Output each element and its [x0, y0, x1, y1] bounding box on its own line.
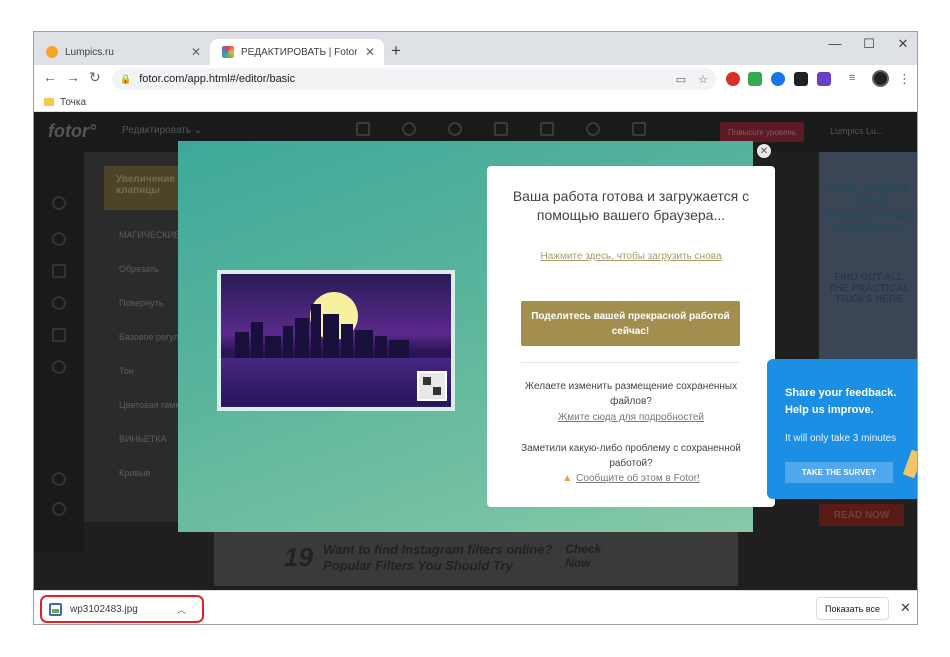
- download-bar: wp3102483.jpg ︿ Показать все ✕: [34, 590, 917, 624]
- sticker-icon[interactable]: [52, 296, 66, 310]
- premium-button[interactable]: Повысьте уровень: [720, 122, 804, 142]
- edit-menu[interactable]: Редактировать ⌄: [122, 125, 202, 136]
- read-now-button[interactable]: READ NOW: [819, 504, 904, 526]
- close-download-bar-icon[interactable]: ✕: [900, 600, 911, 616]
- close-modal-icon[interactable]: ✕: [757, 144, 771, 158]
- extension-icon[interactable]: [748, 72, 762, 86]
- menu-item[interactable]: ВИНЬЕТКА: [119, 434, 167, 444]
- ad-bottom-number: 19: [284, 542, 313, 572]
- modal-title: Ваша работа готова и загружается с помощ…: [512, 188, 750, 223]
- help-icon[interactable]: [52, 472, 66, 486]
- triangle-icon[interactable]: [52, 196, 66, 210]
- media-queue-icon[interactable]: ≡: [849, 72, 863, 86]
- menu-item[interactable]: Тон: [119, 366, 134, 376]
- pencil-icon: [902, 449, 917, 479]
- lumpics-favicon-icon: [46, 46, 58, 58]
- menu-item[interactable]: Базовое регул: [119, 332, 179, 342]
- preview-frame: [217, 270, 455, 411]
- location-question: Желаете изменить размещение сохраненных …: [524, 381, 738, 407]
- ad-subtext: FIND OUT ALL THE PRACTICAL TRICKS HERE: [828, 272, 910, 305]
- problem-question: Заметили какую-либо проблему с сохраненн…: [521, 443, 741, 469]
- close-tab-icon[interactable]: ✕: [188, 45, 204, 59]
- ad-bottom-cta[interactable]: Check Now: [565, 542, 615, 570]
- address-bar[interactable]: 🔒 fotor.com/app.html#/editor/basic ▭ ☆: [112, 68, 716, 90]
- show-all-button[interactable]: Показать все: [816, 597, 889, 620]
- extension-icon[interactable]: [726, 72, 740, 86]
- new-tab-icon[interactable]: +: [391, 41, 401, 61]
- chevron-up-icon[interactable]: ︿: [177, 603, 186, 616]
- reload-icon[interactable]: ↻: [89, 69, 101, 86]
- fotor-favicon-icon: [222, 46, 234, 58]
- folder-icon: [44, 98, 54, 106]
- open-image-icon[interactable]: [356, 122, 370, 136]
- survey-widget: Share your feedback. Help us improve. It…: [767, 359, 917, 499]
- fit-icon[interactable]: [540, 122, 554, 136]
- ad-headline: HOW TO SELL YOUR PRODUCTS ON PINTEREST?: [824, 180, 914, 236]
- back-icon[interactable]: ←: [43, 69, 57, 85]
- problem-link[interactable]: Сообщите об этом в Fotor!: [576, 473, 700, 484]
- eye-icon[interactable]: [52, 232, 66, 246]
- maximize-icon[interactable]: ☐: [859, 36, 879, 52]
- minimize-icon[interactable]: —: [825, 36, 845, 51]
- survey-title: Share your feedback. Help us improve.: [785, 387, 897, 416]
- browser-menu-icon[interactable]: ⋮: [898, 71, 911, 87]
- address-text: fotor.com/app.html#/editor/basic: [139, 73, 296, 85]
- close-window-icon[interactable]: ✕: [893, 36, 913, 52]
- menu-item[interactable]: Повернуть: [119, 298, 163, 308]
- bookmark-star-icon[interactable]: ☆: [698, 73, 708, 86]
- lock-icon: 🔒: [120, 73, 132, 84]
- ad-bottom-title: Want to find Instagram filters online? P…: [323, 542, 553, 573]
- divider: [521, 362, 740, 363]
- share-icon[interactable]: [586, 122, 600, 136]
- bookmark-item[interactable]: Точка: [60, 97, 86, 108]
- fotor-user[interactable]: Lumpics Lu...: [830, 126, 884, 136]
- browser-toolbar: ← → ↻ 🔒 fotor.com/app.html#/editor/basic…: [34, 65, 917, 93]
- cloud-icon[interactable]: [52, 360, 66, 374]
- text-icon[interactable]: [52, 328, 66, 342]
- tab-strip: Lumpics.ru ✕ РЕДАКТИРОВАТЬ | Fotor ✕ + —…: [34, 32, 917, 65]
- profile-avatar[interactable]: [872, 70, 889, 87]
- tab-title: РЕДАКТИРОВАТЬ | Fotor: [241, 46, 358, 58]
- qr-code-icon: [417, 371, 447, 401]
- ad-bottom-text: 19 Want to find Instagram filters online…: [284, 542, 615, 574]
- cast-icon[interactable]: ▭: [676, 73, 686, 86]
- download-card: Ваша работа готова и загружается с помощ…: [487, 166, 775, 507]
- undo-icon[interactable]: [402, 122, 416, 136]
- download-item[interactable]: wp3102483.jpg ︿: [40, 595, 204, 623]
- bookmarks-bar: Точка: [34, 93, 917, 112]
- extension-icon[interactable]: [771, 72, 785, 86]
- page-content: fotor° Редактировать ⌄ Повысьте уровень …: [34, 112, 917, 590]
- tab-fotor[interactable]: РЕДАКТИРОВАТЬ | Fotor ✕: [210, 39, 384, 65]
- close-tab-icon[interactable]: ✕: [362, 45, 378, 59]
- menu-item[interactable]: Цветовая гамм: [119, 400, 182, 410]
- menu-item[interactable]: Обрезать: [119, 264, 159, 274]
- tab-lumpics[interactable]: Lumpics.ru ✕: [34, 39, 210, 65]
- menu-item[interactable]: Кривые: [119, 468, 151, 478]
- menu-item[interactable]: МАГИЧЕСКИЕ: [119, 230, 180, 240]
- fotor-logo: fotor°: [48, 121, 97, 141]
- frame-icon[interactable]: [52, 264, 66, 278]
- tab-title: Lumpics.ru: [65, 46, 114, 58]
- warning-icon: ▲: [562, 473, 573, 484]
- left-rail: [34, 152, 84, 552]
- download-modal: Ваша работа готова и загружается с помощ…: [178, 141, 775, 532]
- settings-icon[interactable]: [52, 502, 66, 516]
- extension-icon[interactable]: [817, 72, 831, 86]
- location-link[interactable]: Жмите сюда для подробностей: [487, 412, 775, 423]
- extension-icon[interactable]: [794, 72, 808, 86]
- share-button[interactable]: Поделитесь вашей прекрасной работой сейч…: [521, 301, 740, 346]
- image-file-icon: [49, 602, 62, 616]
- save-icon[interactable]: [632, 122, 646, 136]
- redo-icon[interactable]: [448, 122, 462, 136]
- reload-link[interactable]: Нажмите здесь, чтобы загрузить снова: [487, 251, 775, 262]
- preview-image: [221, 274, 451, 407]
- download-filename: wp3102483.jpg: [70, 603, 138, 615]
- compare-icon[interactable]: [494, 122, 508, 136]
- take-survey-button[interactable]: TAKE THE SURVEY: [785, 462, 893, 483]
- problem-link-row[interactable]: ▲ Сообщите об этом в Fotor!: [487, 473, 775, 484]
- edit-menu-label: Редактировать: [122, 125, 192, 136]
- browser-window: Lumpics.ru ✕ РЕДАКТИРОВАТЬ | Fotor ✕ + —…: [33, 31, 918, 625]
- forward-icon[interactable]: →: [66, 69, 80, 85]
- survey-subtitle: It will only take 3 minutes: [785, 433, 897, 444]
